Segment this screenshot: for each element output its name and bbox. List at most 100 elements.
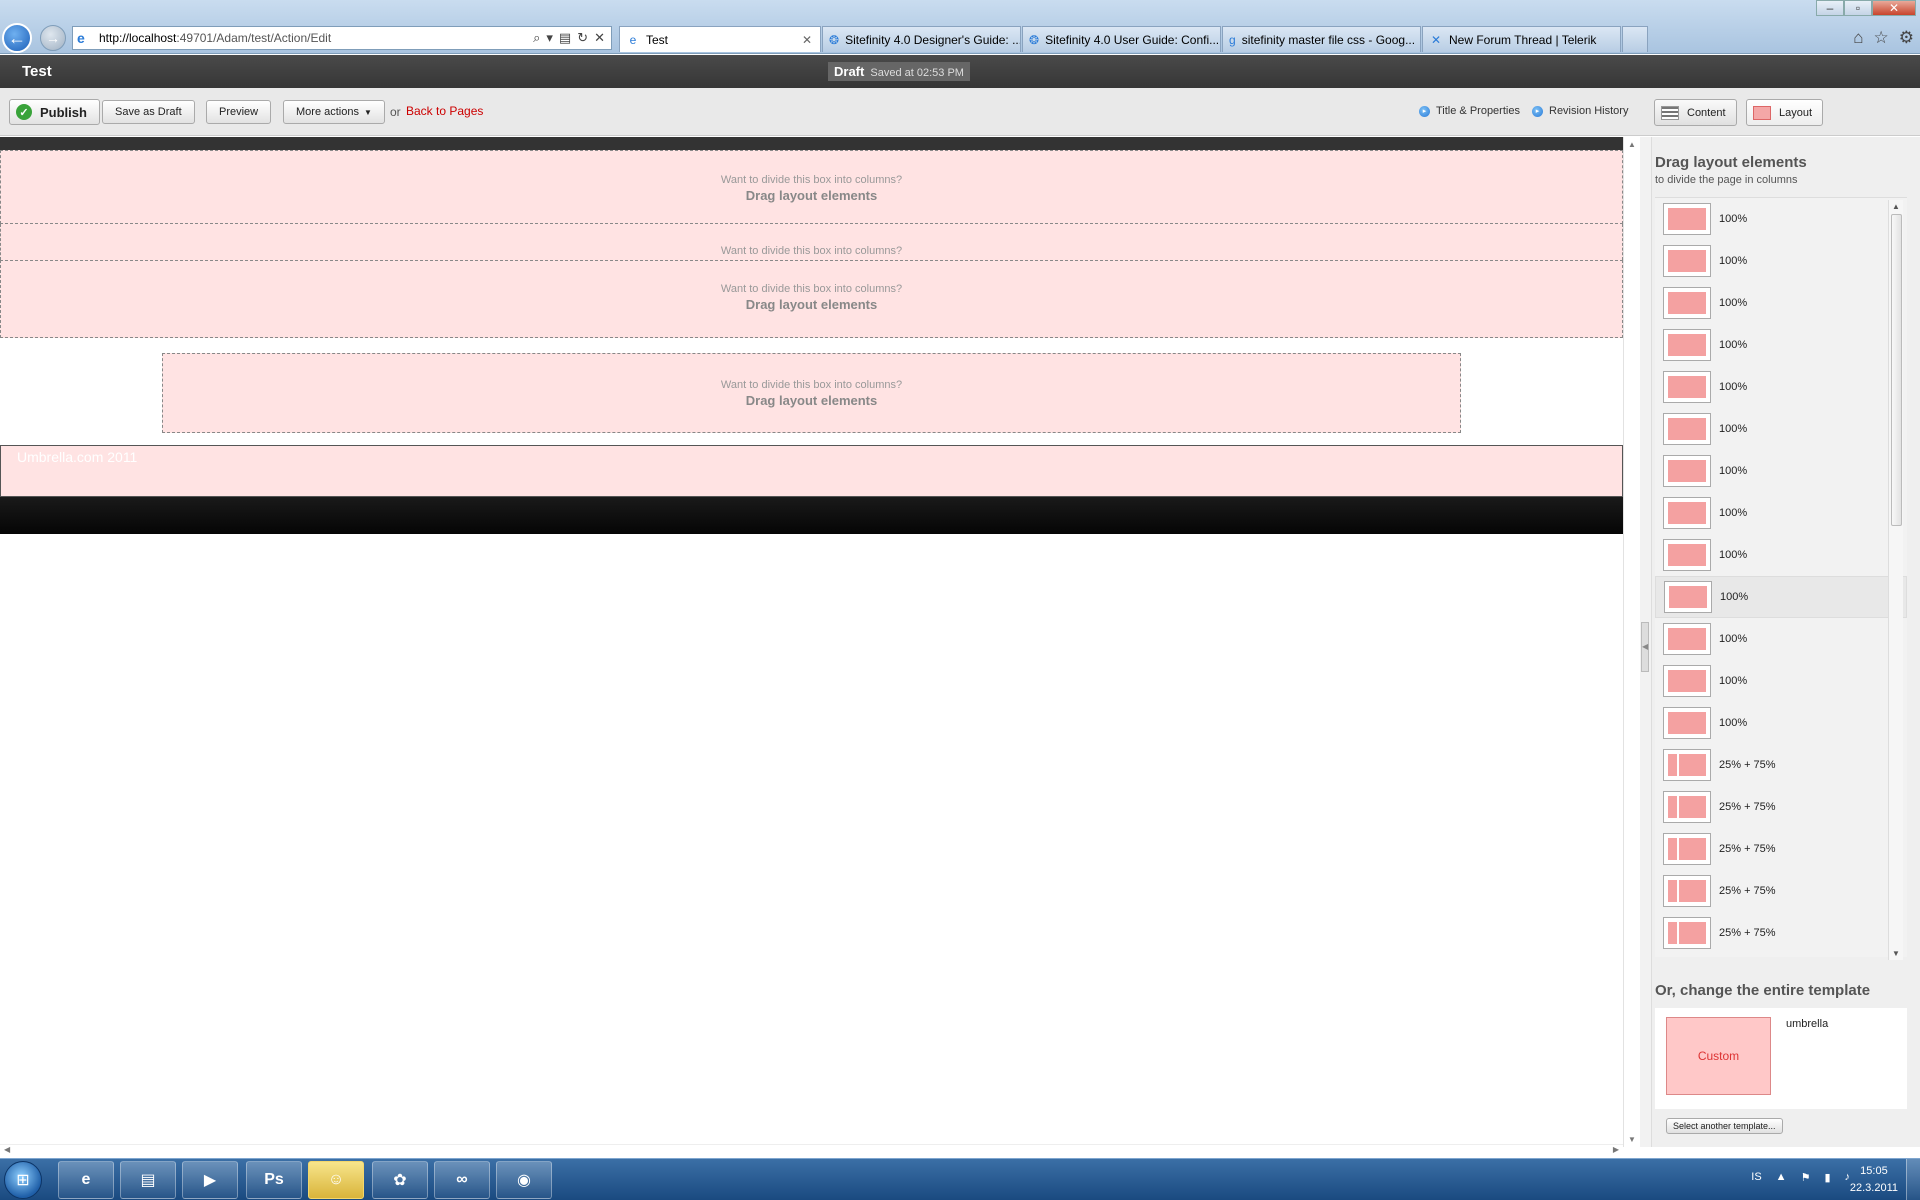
scroll-down-icon[interactable]: ▼ [1892, 949, 1900, 958]
publish-button[interactable]: ✓ Publish [9, 99, 100, 125]
placeholder-dropzone[interactable]: Want to divide this box into columns? Dr… [162, 353, 1461, 433]
tab-forum-thread[interactable]: ✕ New Forum Thread | Telerik [1422, 26, 1621, 52]
one-column-layout-icon [1663, 245, 1711, 277]
photoshop-taskbar-icon[interactable]: Ps [246, 1161, 302, 1199]
explorer-taskbar-icon[interactable]: ▤ [120, 1161, 176, 1199]
column-block [1668, 250, 1706, 272]
tab-user-guide[interactable]: ❂ Sitefinity 4.0 User Guide: Confi... [1022, 26, 1221, 52]
layout-element-item[interactable]: 100% [1655, 660, 1907, 702]
tools-gear-icon[interactable]: ⚙ [1899, 28, 1914, 48]
layout-element-item[interactable]: 100% [1655, 366, 1907, 408]
layout-element-item[interactable]: 100% [1655, 324, 1907, 366]
ie-taskbar-icon[interactable]: e [58, 1161, 114, 1199]
revision-history-link[interactable]: ▸ Revision History [1532, 105, 1628, 117]
layout-element-item[interactable]: 25% + 75% [1655, 786, 1907, 828]
more-actions-button[interactable]: More actions ▼ [283, 100, 385, 124]
scroll-thumb[interactable] [1891, 214, 1902, 526]
browser-chrome: – ▫ ✕ ← → e http://localhost:49701/Adam/… [0, 0, 1920, 54]
template-thumbnail[interactable]: Custom [1666, 1017, 1771, 1095]
scroll-up-icon[interactable]: ▲ [1892, 202, 1900, 211]
placeholder-dropzone[interactable]: Want to divide this box into columns? Dr… [0, 260, 1623, 338]
dropdown-icon[interactable]: ▾ [546, 30, 553, 46]
layout-element-item[interactable]: 100% [1655, 702, 1907, 744]
url-host: http://localhost [99, 31, 177, 45]
layout-element-item[interactable]: 100% [1655, 240, 1907, 282]
canvas-horizontal-scrollbar[interactable]: ◀ ▶ [0, 1144, 1623, 1156]
home-icon[interactable]: ⌂ [1853, 28, 1863, 48]
layout-element-item[interactable]: 100% [1655, 198, 1907, 240]
tab-strip: e Test ✕ ❂ Sitefinity 4.0 Designer's Gui… [619, 26, 1649, 52]
refresh-icon[interactable]: ↻ [577, 30, 588, 46]
layout-element-item[interactable]: 100% [1655, 576, 1907, 618]
layout-element-item[interactable]: 100% [1655, 492, 1907, 534]
layout-element-item[interactable]: 100% [1655, 282, 1907, 324]
network-icon[interactable]: ▮ [1824, 1171, 1830, 1184]
back-to-pages-link[interactable]: Back to Pages [406, 104, 483, 118]
tray-expand-icon[interactable]: ▲ [1776, 1171, 1787, 1184]
forward-button[interactable]: → [40, 25, 66, 51]
layout-element-item[interactable]: 25% + 75% [1655, 744, 1907, 786]
colors-taskbar-icon[interactable]: ✿ [372, 1161, 428, 1199]
footer-zone[interactable]: Umbrella.com 2011 [0, 445, 1623, 497]
tab-test[interactable]: e Test ✕ [619, 26, 821, 52]
clock[interactable]: 15:05 22.3.2011 [1850, 1163, 1898, 1197]
address-bar[interactable]: e http://localhost:49701/Adam/test/Actio… [72, 26, 612, 50]
layout-element-item[interactable]: 100% [1655, 534, 1907, 576]
close-window-button[interactable]: ✕ [1872, 0, 1916, 16]
collapse-panel-handle[interactable]: ◀ [1641, 622, 1649, 672]
layout-element-item[interactable]: 100% [1655, 450, 1907, 492]
layout-element-item[interactable]: 25% + 75% [1655, 828, 1907, 870]
stop-icon[interactable]: ✕ [594, 30, 605, 46]
elements-scrollbar[interactable]: ▲ ▼ [1888, 200, 1903, 960]
maximize-button[interactable]: ▫ [1844, 0, 1872, 16]
chevron-down-icon: ▼ [363, 107, 372, 117]
dropzone-hint: Want to divide this box into columns? [720, 379, 903, 391]
media-player-taskbar-icon[interactable]: ▶ [182, 1161, 238, 1199]
layout-element-item[interactable]: 100% [1655, 618, 1907, 660]
tab-designers-guide[interactable]: ❂ Sitefinity 4.0 Designer's Guide: ... [822, 26, 1021, 52]
preview-button[interactable]: Preview [206, 100, 272, 124]
language-indicator[interactable]: IS [1751, 1171, 1761, 1184]
clock-time: 15:05 [1860, 1165, 1888, 1177]
visual-studio-taskbar-icon[interactable]: ∞ [434, 1161, 490, 1199]
dropzone-drag-label: Drag layout elements [745, 297, 878, 312]
placeholder-dropzone[interactable]: Want to divide this box into columns? [0, 224, 1623, 260]
layout-element-label: 100% [1719, 381, 1748, 393]
canvas-vertical-scrollbar[interactable]: ▲ ▼ [1623, 137, 1640, 1147]
favorites-star-icon[interactable]: ☆ [1874, 28, 1889, 48]
minimize-button[interactable]: – [1816, 0, 1844, 16]
layout-element-item[interactable]: 25% + 75% [1655, 912, 1907, 954]
new-tab-button[interactable] [1622, 26, 1648, 52]
column-block [1679, 754, 1706, 776]
address-url[interactable]: http://localhost:49701/Adam/test/Action/… [99, 31, 533, 45]
start-button[interactable]: ⊞ [4, 1161, 42, 1199]
close-tab-icon[interactable]: ✕ [802, 33, 812, 47]
save-draft-button[interactable]: Save as Draft [102, 100, 195, 124]
title-properties-link[interactable]: ▸ Title & Properties [1419, 105, 1520, 117]
one-column-layout-icon [1663, 539, 1711, 571]
layout-element-item[interactable]: 25% + 75% [1655, 870, 1907, 912]
search-icon[interactable]: ⌕ [533, 30, 540, 46]
tab-google-search[interactable]: g sitefinity master file css - Goog... [1222, 26, 1421, 52]
back-button[interactable]: ← [2, 23, 32, 53]
window-controls: – ▫ ✕ [1816, 0, 1916, 16]
kinderspiel-taskbar-icon[interactable]: ☺ [308, 1161, 364, 1199]
show-desktop-button[interactable] [1906, 1159, 1920, 1200]
column-block [1668, 376, 1706, 398]
compat-view-icon[interactable]: ▤ [559, 30, 571, 46]
scroll-down-icon[interactable]: ▼ [1628, 1135, 1636, 1144]
layout-element-label: 25% + 75% [1719, 885, 1776, 897]
content-mode-button[interactable]: Content [1654, 99, 1737, 126]
chrome-taskbar-icon[interactable]: ◉ [496, 1161, 552, 1199]
column-block [1669, 586, 1707, 608]
placeholder-dropzone[interactable]: Want to divide this box into columns? Dr… [0, 150, 1623, 224]
scroll-right-icon[interactable]: ▶ [1613, 1145, 1619, 1154]
select-template-button[interactable]: Select another template... [1666, 1118, 1783, 1134]
address-tools: ⌕ ▾ ▤ ↻ ✕ [533, 30, 611, 46]
action-center-flag-icon[interactable]: ⚑ [1801, 1171, 1811, 1184]
scroll-up-icon[interactable]: ▲ [1628, 140, 1636, 149]
layout-element-item[interactable]: 100% [1655, 408, 1907, 450]
layout-mode-button[interactable]: Layout [1746, 99, 1824, 126]
column-block [1668, 922, 1677, 944]
scroll-left-icon[interactable]: ◀ [4, 1145, 10, 1154]
